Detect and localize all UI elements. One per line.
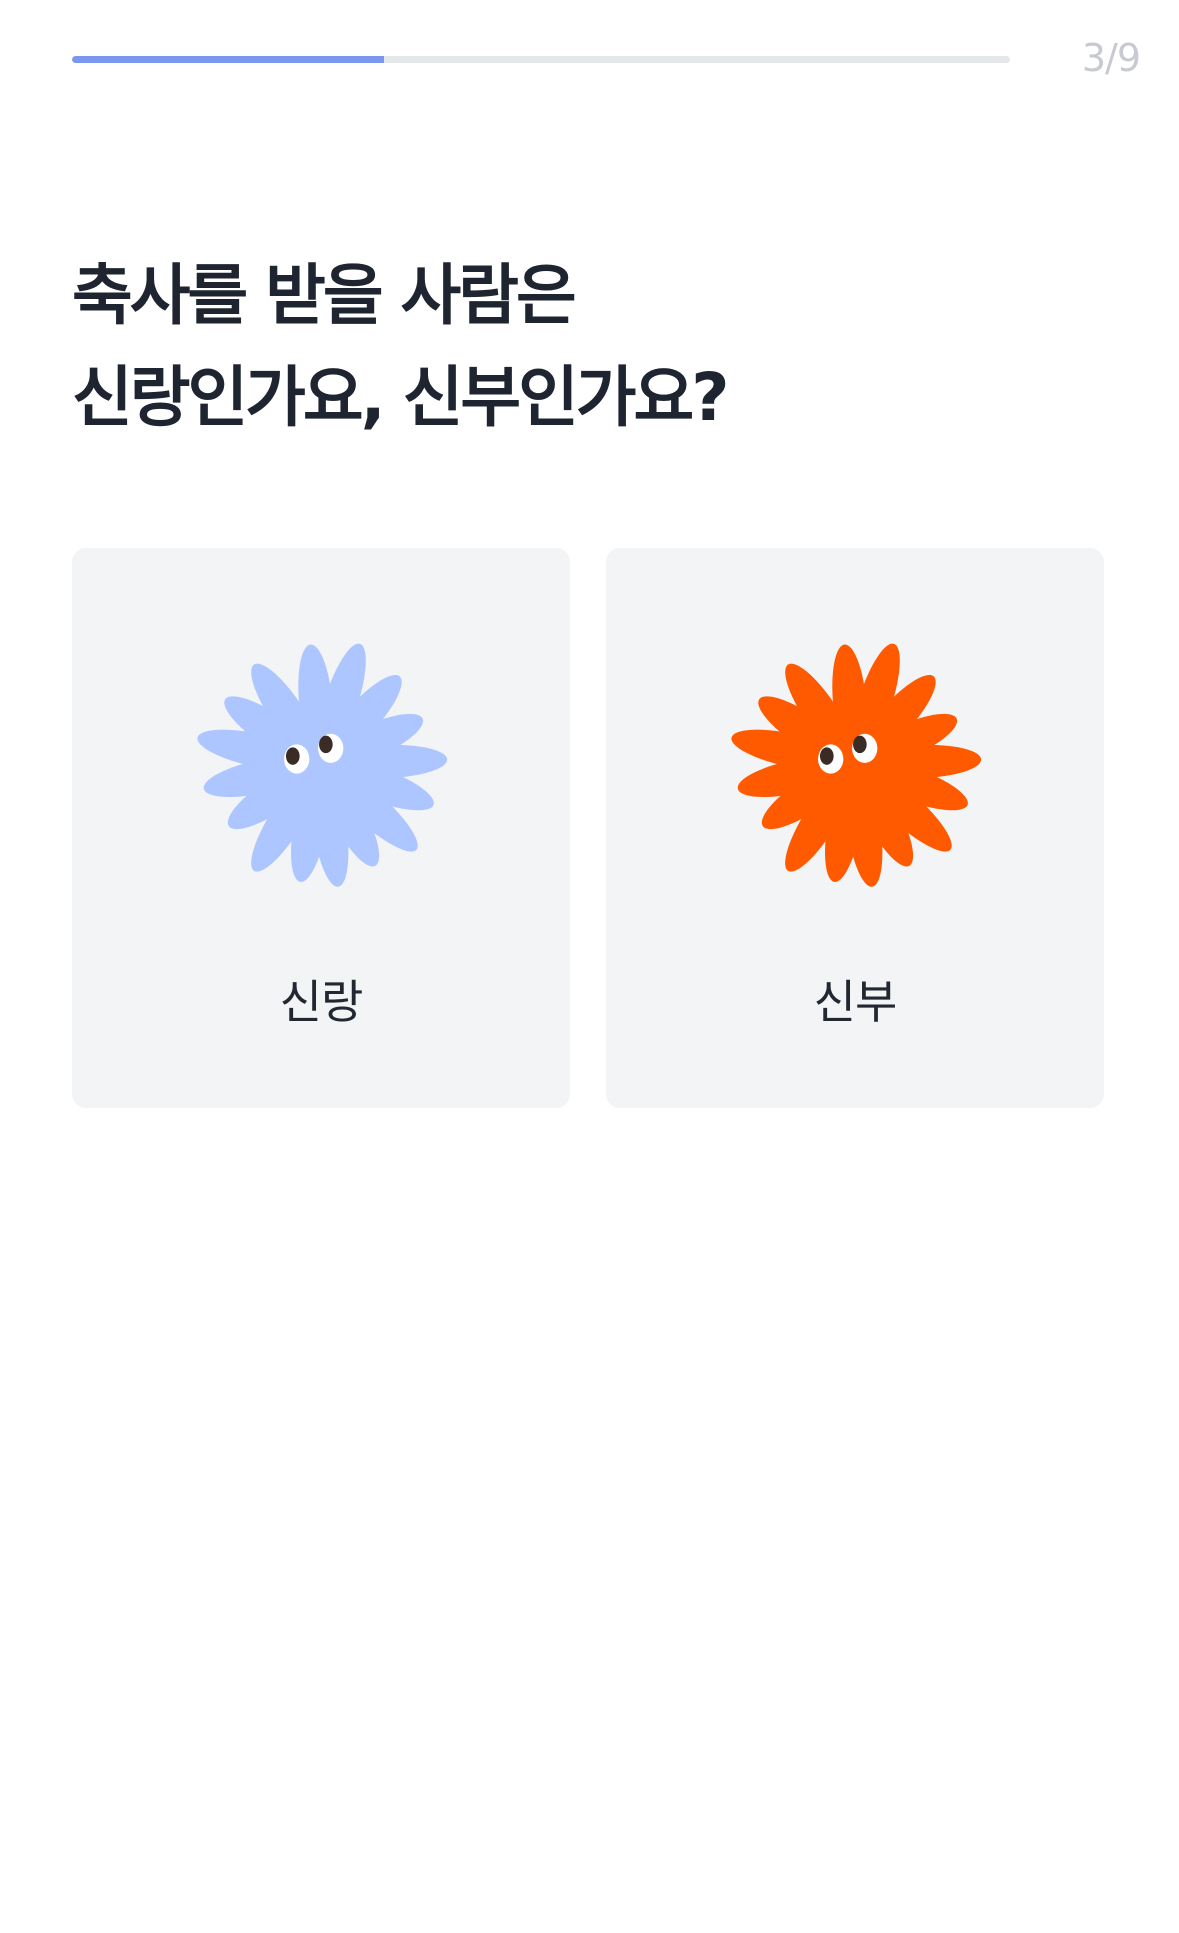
option-card-bride[interactable]: 신부 bbox=[606, 548, 1104, 1108]
progress-bar-fill bbox=[72, 56, 385, 63]
option-label-bride: 신부 bbox=[813, 975, 898, 1029]
question-title: 축사를 받을 사람은 신랑인가요, 신부인가요? bbox=[72, 245, 1112, 449]
orange-flower-mascot-icon bbox=[731, 643, 982, 887]
option-label-groom: 신랑 bbox=[279, 975, 364, 1029]
step-counter: 3/9 bbox=[1081, 36, 1141, 80]
blue-flower-mascot-icon bbox=[197, 643, 448, 887]
question-title-line2: 신랑인가요, 신부인가요? bbox=[72, 359, 730, 436]
flower-center bbox=[798, 707, 912, 821]
option-card-groom[interactable]: 신랑 bbox=[72, 548, 570, 1108]
question-title-line1: 축사를 받을 사람은 bbox=[72, 257, 577, 334]
progress-bar bbox=[72, 56, 1010, 63]
flower-center bbox=[264, 707, 378, 821]
choice-options: 신랑 신부 bbox=[72, 548, 1104, 1108]
